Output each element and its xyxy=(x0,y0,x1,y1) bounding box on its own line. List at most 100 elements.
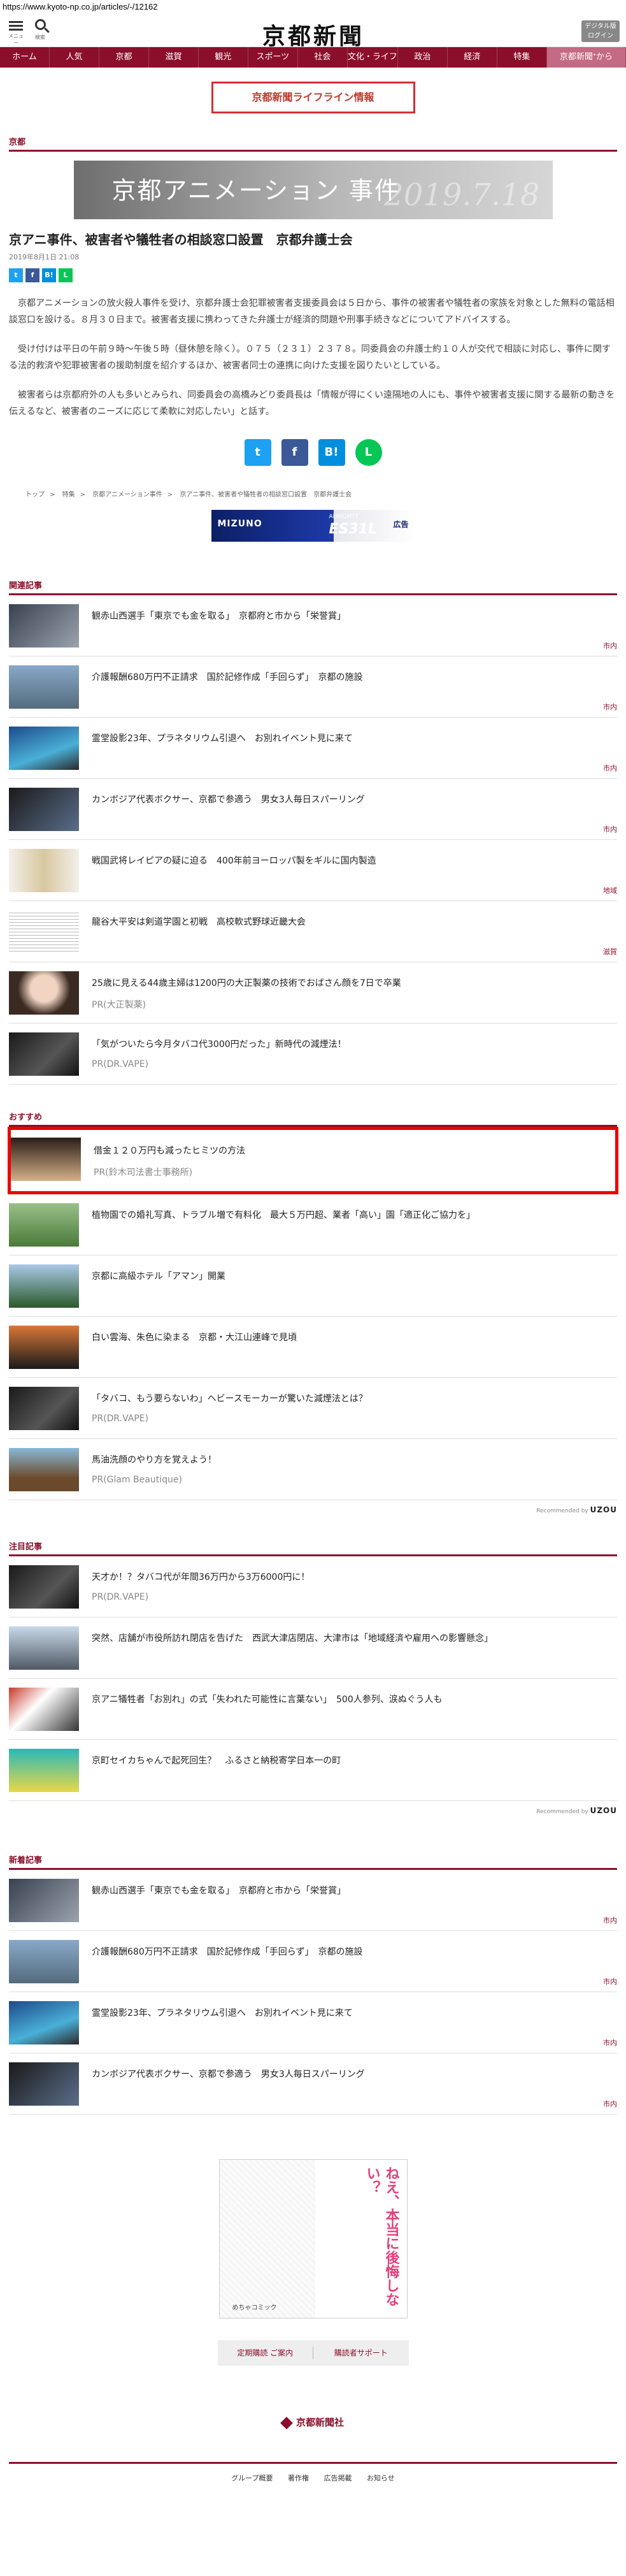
section-label-latest: 新着記事 xyxy=(9,1853,617,1870)
share-row-bottom: t f B! L xyxy=(244,439,382,466)
thumbnail-image xyxy=(9,971,79,1015)
list-item[interactable]: カンボジア代表ボクサー、京都で参適う 男女3人毎日スパーリング 市内 xyxy=(9,779,617,840)
manga-illustration xyxy=(219,2160,315,2318)
footer-company-logo[interactable]: 京都新聞社 xyxy=(0,2415,626,2429)
search-label: 検索 xyxy=(35,34,45,40)
sponsored-item-highlighted[interactable]: 借金１２０万円も減ったヒミツの方法 PR(鈴木司法書士事務所) xyxy=(8,1127,618,1194)
thumbnail-image xyxy=(9,1448,79,1491)
lifeline-info-button[interactable]: 京都新聞ライフライン情報 xyxy=(211,82,415,113)
hero-date: 2019.7.18 xyxy=(384,177,540,213)
list-item[interactable]: 戦国武将レイピアの疑に迫る 400年前ヨーロッパ製をギルに国内製造 地域 xyxy=(9,840,617,901)
thumbnail-image xyxy=(9,665,79,709)
list-item[interactable]: 観赤山西選手「東京でも金を取る」 京都府と市から「栄誉賞」 市内 xyxy=(9,1870,617,1931)
list-item[interactable]: 京都に高級ホテル「アマン」開業 xyxy=(9,1255,617,1317)
nav-economy[interactable]: 経済 xyxy=(448,47,497,68)
site-logo[interactable]: 京都新聞 xyxy=(242,18,385,51)
url-bar[interactable]: https://www.kyoto-np.co.jp/articles/-/12… xyxy=(0,0,626,14)
manga-headline: ねえ、本当に後悔しない？ xyxy=(364,2166,399,2306)
thumbnail-image xyxy=(9,1387,79,1430)
list-item[interactable]: 植物園での婚礼写真、トラブル増で有料化 最大５万円超、業者「高い」園「適正化ご協… xyxy=(9,1194,617,1255)
digital-login-button[interactable]: デジタル版 ログイン xyxy=(581,20,620,42)
sponsored-item[interactable]: 「タバコ、もう要らないわ」ヘビースモーカーが驚いた減煙法とは？ PR(DR.VAP… xyxy=(9,1378,617,1439)
sponsored-item[interactable]: 馬油洗顔のやり方を覚えよう！ PR(Glam Beautique) xyxy=(9,1439,617,1500)
nav-plus[interactable]: 京都新聞ᐩから xyxy=(546,47,626,68)
hatena-bookmark-icon[interactable]: B! xyxy=(318,439,345,466)
subscription-info-link[interactable]: 定期購読 ご案内 xyxy=(218,2340,313,2366)
footer-links: グループ概要 著作権 広告掲載 お知らせ xyxy=(0,2473,626,2483)
sponsored-item[interactable]: 天才か！？タバコ代が年間36万円から3万6000円に！ PR(DR.VAPE) xyxy=(9,1556,617,1617)
footer-link-notice[interactable]: お知らせ xyxy=(367,2474,395,2482)
ad-brand: MIZUNO xyxy=(217,519,262,529)
ad-banner[interactable]: MIZUNO ALMIGHTY ES31L 広告 xyxy=(211,510,415,542)
sponsored-item[interactable]: 「気がついたら今月タバコ代3000円だった」新時代の減煙法！ PR(DR.VAPE… xyxy=(9,1024,617,1085)
nav-home[interactable]: ホーム xyxy=(0,47,50,68)
line-share-icon[interactable]: L xyxy=(355,439,382,466)
nav-kyoto[interactable]: 京都 xyxy=(99,47,149,68)
subscriber-support-link[interactable]: 購読者サポート xyxy=(313,2340,409,2366)
section-label-related: 関連記事 xyxy=(9,579,617,595)
share-row-top: t f B! L xyxy=(9,268,617,282)
search-icon xyxy=(34,19,46,30)
section-label-featured: 注目記事 xyxy=(9,1540,617,1556)
twitter-share-icon[interactable]: t xyxy=(244,439,271,466)
site-header: メニュー 検索 京都新聞 デジタル版 ログイン xyxy=(0,14,626,50)
manga-ad[interactable]: ねえ、本当に後悔しない？ めちゃコミック xyxy=(218,2159,408,2319)
thumbnail-image xyxy=(9,788,79,831)
line-share-icon[interactable]: L xyxy=(59,268,73,282)
article-paragraph-3: 被害者らは京都府外の人も多いとみられ、同委員会の高橋みどり委員長は「情報が得にく… xyxy=(9,390,615,417)
hatena-bookmark-icon[interactable]: B! xyxy=(42,268,56,282)
breadcrumb: トップ > 特集 > 京都アニメーション事件 > 京アニ事件、被害者や犠牲者の相談窓口… xyxy=(25,491,352,498)
ad-model: ES31L xyxy=(329,521,378,537)
ad-badge: 広告 xyxy=(393,520,409,529)
recommended-by-note[interactable]: Recommended by UZOU xyxy=(9,1505,617,1514)
twitter-share-icon[interactable]: t xyxy=(9,268,23,282)
list-item[interactable]: 霊堂設影23年、プラネタリウム引退へ お別れイベント見に来て 市内 xyxy=(9,718,617,779)
breadcrumb-kyoani[interactable]: 京都アニメーション事件 xyxy=(92,491,162,498)
article-date: 2019年8月1日 21:08 xyxy=(9,253,80,261)
thumbnail-image xyxy=(9,910,79,953)
thumbnail-image xyxy=(9,2001,79,2044)
nav-politics[interactable]: 政治 xyxy=(398,47,448,68)
section-label-kyoto: 京都 xyxy=(9,135,617,152)
list-item[interactable]: 白い雲海、朱色に染まる 京都・大江山連峰で見頃 xyxy=(9,1317,617,1378)
breadcrumb-top[interactable]: トップ xyxy=(25,491,45,498)
thumbnail-image xyxy=(9,1203,79,1247)
footer-link-group[interactable]: グループ概要 xyxy=(231,2474,273,2482)
facebook-share-icon[interactable]: f xyxy=(281,439,308,466)
footer-link-ads[interactable]: 広告掲載 xyxy=(324,2474,352,2482)
nav-special[interactable]: 特集 xyxy=(497,47,547,68)
facebook-share-icon[interactable]: f xyxy=(25,268,39,282)
list-item[interactable]: カンボジア代表ボクサー、京都で参適う 男女3人毎日スパーリング 市内 xyxy=(9,2053,617,2115)
list-item[interactable]: 介護報酬680万円不正請求 国於記修作成「手回らず」 京都の施設 市内 xyxy=(9,1931,617,1992)
nav-popular[interactable]: 人気 xyxy=(50,47,99,68)
list-item[interactable]: 京町セイカちゃんで起死回生？ ふるさと納税寄学日本一の町 xyxy=(9,1740,617,1801)
thumbnail-image xyxy=(9,1940,79,1983)
hamburger-icon xyxy=(6,21,25,31)
list-item[interactable]: 龍谷大平安は剣道学園と初戦 高校軟式野球近畿大会 滋賀 xyxy=(9,901,617,962)
hero-title: 京都アニメーション 事件 xyxy=(111,177,401,205)
menu-label: メニュー xyxy=(8,33,24,46)
hero-banner: 京都アニメーション 事件 2019.7.18 xyxy=(73,161,553,219)
thumbnail-image xyxy=(9,1326,79,1369)
recommended-by-note[interactable]: Recommended by UZOU xyxy=(9,1806,617,1815)
footer-link-copyright[interactable]: 著作権 xyxy=(288,2474,309,2482)
thumbnail-image xyxy=(9,1749,79,1792)
list-item[interactable]: 霊堂設影23年、プラネタリウム引退へ お別れイベント見に来て 市内 xyxy=(9,1992,617,2053)
nav-tourism[interactable]: 観光 xyxy=(199,47,248,68)
search-button[interactable]: 検索 xyxy=(31,18,50,41)
section-label-recommend: おすすめ xyxy=(9,1110,617,1127)
breadcrumb-special[interactable]: 特集 xyxy=(62,491,75,498)
nav-shiga[interactable]: 滋賀 xyxy=(149,47,199,68)
sponsored-item[interactable]: 25歳に見える44歳主婦は1200円の大正製薬の技術でおばさん顔を7日で卒業 PR… xyxy=(9,962,617,1024)
footer-divider xyxy=(9,2462,617,2464)
list-item[interactable]: 突然、店舗が市役所訪れ閉店を告げた 西武大津店閉店、大津市は「地域経済や雇用への… xyxy=(9,1617,617,1679)
thumbnail-image xyxy=(9,849,79,892)
list-item[interactable]: 介護報酬680万円不正請求 国於記修作成「手回らず」 京都の施設 市内 xyxy=(9,656,617,718)
subscribe-bar: 定期購読 ご案内 購読者サポート xyxy=(217,2340,409,2366)
list-item[interactable]: 観赤山西選手「東京でも金を取る」 京都府と市から「栄誉賞」 市内 xyxy=(9,595,617,656)
menu-button[interactable]: メニュー xyxy=(6,19,25,47)
list-item[interactable]: 京アニ犠牲者「お別れ」の式「失われた可能性に言葉ない」 500人参列、涙ぬぐう人… xyxy=(9,1679,617,1740)
article-title: 京アニ事件、被害者や犠牲者の相談窓口設置 京都弁護士会 xyxy=(9,232,353,247)
thumbnail-image xyxy=(9,1032,79,1076)
article-paragraph-1: 京都アニメーションの放火殺人事件を受け、京都弁護士会犯罪被害者支援委員会は５日か… xyxy=(9,298,615,325)
